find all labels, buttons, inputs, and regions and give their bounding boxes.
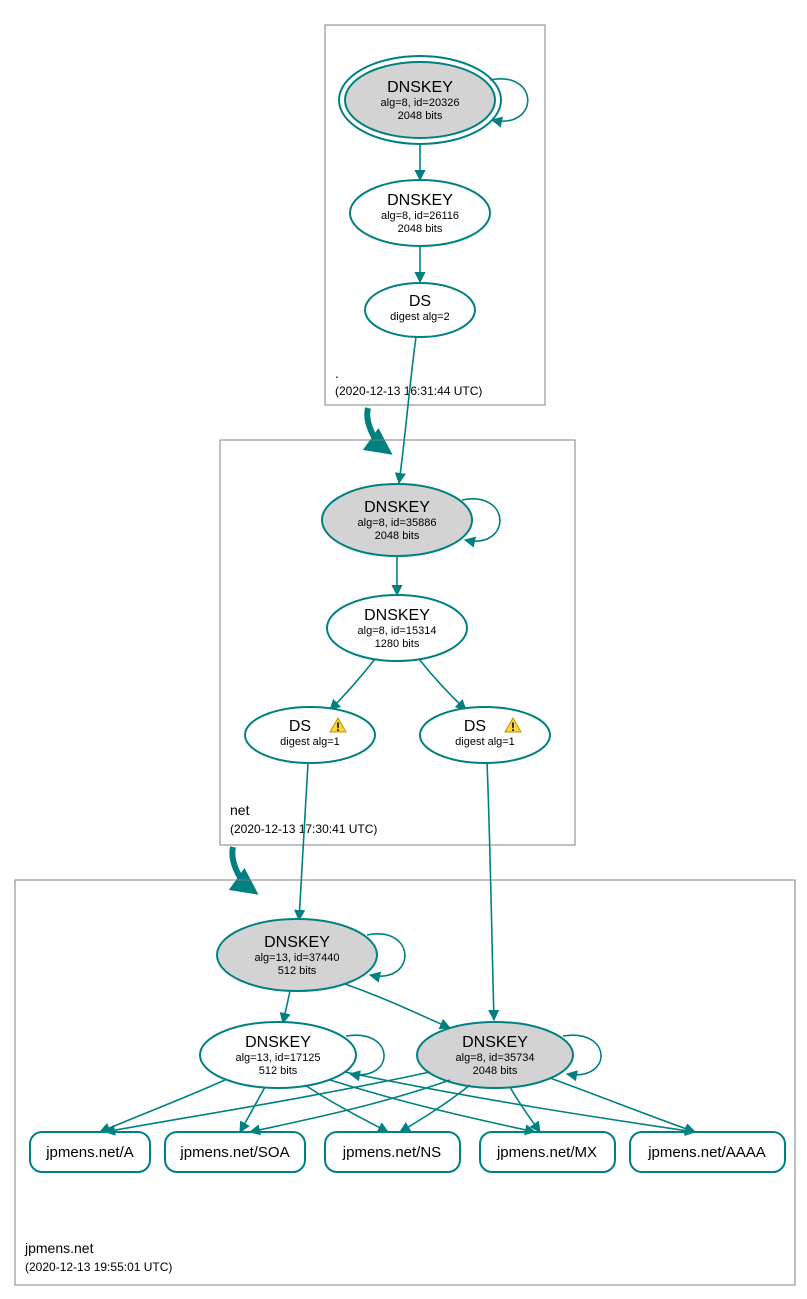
edge-jp-key2-to-aaaa <box>550 1078 695 1132</box>
svg-text:DS: DS <box>409 293 431 310</box>
svg-text:2048 bits: 2048 bits <box>375 530 420 542</box>
svg-text:DS: DS <box>464 718 486 735</box>
edge-jp-ksk-to-key2 <box>345 984 450 1028</box>
svg-text:jpmens.net/NS: jpmens.net/NS <box>342 1144 441 1161</box>
svg-text:DNSKEY: DNSKEY <box>364 499 430 516</box>
node-root-zsk: DNSKEY alg=8, id=26116 2048 bits <box>350 180 490 246</box>
svg-text:jpmens.net/A: jpmens.net/A <box>45 1144 134 1161</box>
edge-jp-zsk-to-a <box>100 1080 225 1132</box>
zone-net-label: net <box>230 802 250 818</box>
edge-jp-key2-to-mx <box>510 1087 540 1132</box>
svg-text:1280 bits: 1280 bits <box>375 638 420 650</box>
node-rr-mx: jpmens.net/MX <box>480 1132 615 1172</box>
node-rr-soa: jpmens.net/SOA <box>165 1132 305 1172</box>
dnssec-chain-diagram: . (2020-12-13 16:31:44 UTC) DNSKEY alg=8… <box>0 0 807 1299</box>
svg-text:2048 bits: 2048 bits <box>473 1065 518 1077</box>
node-net-ds2: DS digest alg=1 ! <box>420 707 550 763</box>
svg-text:DNSKEY: DNSKEY <box>264 934 330 951</box>
svg-text:512 bits: 512 bits <box>259 1065 298 1077</box>
svg-text:digest alg=1: digest alg=1 <box>455 736 515 748</box>
edge-net-ds1-to-jp-ksk <box>299 763 308 920</box>
svg-text:jpmens.net/AAAA: jpmens.net/AAAA <box>647 1144 766 1161</box>
node-jp-key2: DNSKEY alg=8, id=35734 2048 bits <box>417 1022 573 1088</box>
zone-root-label: . <box>335 365 339 381</box>
edge-root-ds-to-net-ksk <box>399 337 416 483</box>
svg-text:alg=8, id=26116: alg=8, id=26116 <box>381 210 459 222</box>
node-rr-ns: jpmens.net/NS <box>325 1132 460 1172</box>
svg-text:alg=8, id=35886: alg=8, id=35886 <box>358 517 437 529</box>
svg-text:alg=8, id=35734: alg=8, id=35734 <box>456 1052 535 1064</box>
edge-net-zsk-to-ds2 <box>419 659 466 710</box>
node-root-ksk: DNSKEY alg=8, id=20326 2048 bits <box>339 56 501 144</box>
edge-net-ds2-to-jp-key2 <box>487 763 494 1020</box>
zone-jpmens-timestamp: (2020-12-13 19:55:01 UTC) <box>25 1260 172 1274</box>
node-jp-ksk: DNSKEY alg=13, id=37440 512 bits <box>217 919 377 991</box>
node-root-ds: DS digest alg=2 <box>365 283 475 337</box>
edge-net-zsk-to-ds1 <box>330 659 375 710</box>
svg-text:512 bits: 512 bits <box>278 965 317 977</box>
edge-delegation-net-to-jpmens <box>232 847 252 890</box>
edge-delegation-root-to-net <box>367 408 386 450</box>
svg-text:jpmens.net/SOA: jpmens.net/SOA <box>179 1144 289 1161</box>
node-net-ds1: DS digest alg=1 ! <box>245 707 375 763</box>
svg-text:DNSKEY: DNSKEY <box>387 192 453 209</box>
edge-jp-zsk-to-soa <box>240 1087 265 1132</box>
svg-text:alg=8, id=20326: alg=8, id=20326 <box>381 97 460 109</box>
svg-text:digest alg=1: digest alg=1 <box>280 736 340 748</box>
node-net-ksk: DNSKEY alg=8, id=35886 2048 bits <box>322 484 472 556</box>
svg-text:2048 bits: 2048 bits <box>398 110 443 122</box>
svg-text:DNSKEY: DNSKEY <box>364 607 430 624</box>
zone-net: net (2020-12-13 17:30:41 UTC) DNSKEY alg… <box>220 440 575 845</box>
svg-text:!: ! <box>511 720 515 734</box>
edge-jp-ksk-to-zsk <box>283 991 290 1023</box>
zone-root: . (2020-12-13 16:31:44 UTC) DNSKEY alg=8… <box>325 25 545 405</box>
svg-text:alg=13, id=37440: alg=13, id=37440 <box>254 952 339 964</box>
svg-text:2048 bits: 2048 bits <box>398 223 443 235</box>
svg-text:digest alg=2: digest alg=2 <box>390 311 450 323</box>
node-rr-aaaa: jpmens.net/AAAA <box>630 1132 785 1172</box>
node-net-zsk: DNSKEY alg=8, id=15314 1280 bits <box>327 595 467 661</box>
zone-jpmens: jpmens.net (2020-12-13 19:55:01 UTC) DNS… <box>15 880 795 1285</box>
node-rr-a: jpmens.net/A <box>30 1132 150 1172</box>
svg-text:jpmens.net/MX: jpmens.net/MX <box>496 1144 597 1161</box>
svg-text:DNSKEY: DNSKEY <box>387 79 453 96</box>
svg-text:!: ! <box>336 720 340 734</box>
svg-text:DNSKEY: DNSKEY <box>462 1034 528 1051</box>
svg-text:alg=13, id=17125: alg=13, id=17125 <box>235 1052 320 1064</box>
edge-jp-zsk-to-ns <box>305 1085 388 1132</box>
svg-text:alg=8, id=15314: alg=8, id=15314 <box>358 625 437 637</box>
zone-jpmens-label: jpmens.net <box>24 1240 94 1256</box>
svg-text:DNSKEY: DNSKEY <box>245 1034 311 1051</box>
node-jp-zsk: DNSKEY alg=13, id=17125 512 bits <box>200 1022 356 1088</box>
svg-text:DS: DS <box>289 718 311 735</box>
